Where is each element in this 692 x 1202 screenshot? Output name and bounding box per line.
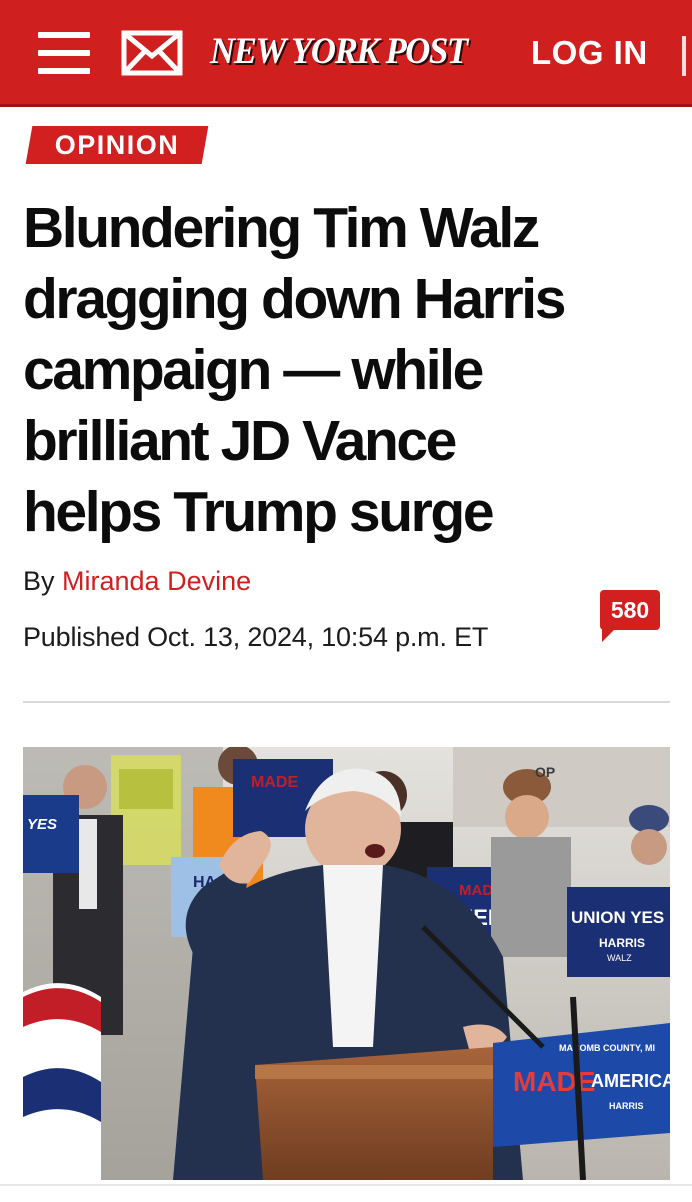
podium-made-text: MADE: [513, 1066, 595, 1097]
sign-yes: YES: [23, 795, 79, 873]
published-date: Published Oct. 13, 2024, 10:54 p.m. ET: [23, 622, 489, 652]
sign-walz-text: WALZ: [607, 953, 632, 963]
headline-line: helps Trump surge: [23, 480, 495, 544]
section-tag-label: OPINION: [54, 130, 180, 160]
headline-line: dragging down Harris: [23, 267, 566, 331]
byline: By Miranda Devine: [23, 566, 251, 597]
headline-line: brilliant JD Vance: [23, 409, 457, 473]
sign-op-text: OP: [535, 764, 555, 780]
top-navigation-bar: NEW YORK POST LOG IN: [0, 0, 692, 107]
headline-line: Blundering Tim Walz: [23, 196, 540, 260]
author-link[interactable]: Miranda Devine: [62, 566, 251, 596]
sign-harris-text: HARRIS: [599, 936, 645, 950]
podium-america-text: AMERICA: [591, 1071, 670, 1091]
divider: [23, 701, 670, 703]
login-button[interactable]: LOG IN: [531, 33, 648, 73]
article-headline: Blundering Tim Walz dragging down Harris…: [23, 193, 673, 548]
headline-line: campaign — while: [23, 338, 484, 402]
scroll-indicator: [682, 36, 686, 76]
footer-edge: [0, 1184, 692, 1202]
sign-yes-text: YES: [27, 816, 57, 833]
sign-union-yes: UNION YES HARRIS WALZ: [567, 887, 670, 977]
article-photo[interactable]: YES HA MADE MADE IN AMERICA: [23, 747, 670, 1180]
comment-count: 580: [610, 597, 650, 623]
hamburger-menu-icon[interactable]: [38, 32, 90, 74]
sign-union-yes-text: UNION YES: [571, 908, 664, 927]
new-york-post-logo[interactable]: NEW YORK POST: [210, 28, 468, 76]
podium-harris-text: HARRIS: [609, 1101, 644, 1111]
comments-button[interactable]: 580: [600, 590, 660, 650]
comment-bubble-tail: [602, 628, 616, 642]
photo-illustration: YES HA MADE MADE IN AMERICA: [23, 747, 670, 1180]
sign-made-text: MADE: [251, 774, 298, 791]
byline-prefix: By: [23, 566, 55, 596]
section-tag-opinion[interactable]: OPINION: [25, 126, 209, 164]
mail-icon[interactable]: [121, 30, 183, 76]
